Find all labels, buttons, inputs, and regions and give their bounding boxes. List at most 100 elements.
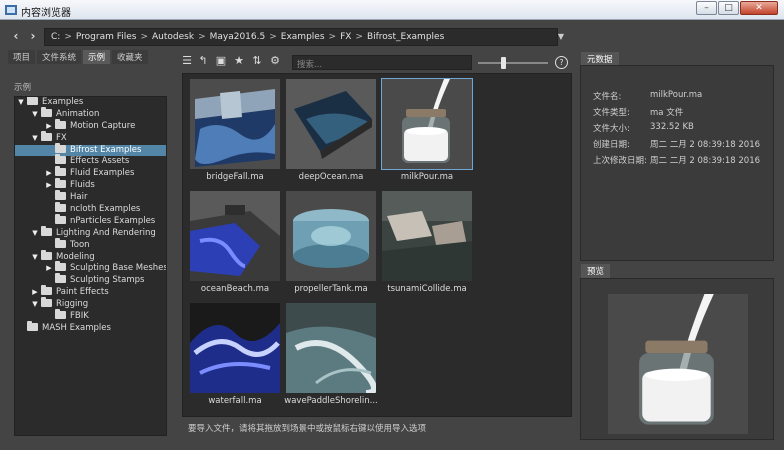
file-thumbnail[interactable] bbox=[286, 303, 376, 393]
expanded-arrow-icon[interactable]: ▼ bbox=[31, 299, 39, 311]
expanded-arrow-icon[interactable]: ▼ bbox=[31, 109, 39, 121]
tree-item[interactable]: ▶ Fluid Examples bbox=[15, 166, 166, 180]
location-tab[interactable]: 文件系统 bbox=[37, 50, 82, 64]
path-separator: > bbox=[140, 32, 149, 42]
folder-icon bbox=[55, 273, 66, 284]
search-input[interactable]: 搜索... bbox=[292, 55, 472, 70]
file-name: waterfall.ma bbox=[208, 396, 262, 406]
settings-gear-icon[interactable]: ⚙ bbox=[268, 52, 282, 70]
path-segment[interactable]: Program Files bbox=[76, 32, 137, 42]
file-thumbnail[interactable] bbox=[190, 191, 280, 281]
up-folder-icon[interactable]: ↰ bbox=[196, 52, 210, 70]
folder-tree[interactable]: ▼ Examples ▼ Animation ▶ Motion Capture ▼ FX Bif… bbox=[14, 96, 167, 436]
back-button[interactable]: ‹ bbox=[8, 28, 24, 44]
path-segment[interactable]: Examples bbox=[281, 32, 325, 42]
expanded-arrow-icon[interactable]: ▼ bbox=[31, 252, 39, 264]
tree-item[interactable]: Hair bbox=[15, 190, 166, 204]
file-tile[interactable]: waterfall.ma bbox=[187, 300, 283, 412]
folder-icon bbox=[55, 237, 66, 248]
file-tile[interactable]: tsunamiCollide.ma bbox=[379, 188, 475, 300]
tree-item[interactable]: Toon bbox=[15, 237, 166, 252]
collapsed-arrow-icon[interactable]: ▶ bbox=[45, 180, 53, 192]
slider-handle[interactable] bbox=[500, 57, 506, 69]
tree-item[interactable]: Sculpting Stamps bbox=[15, 273, 166, 287]
tree-item[interactable]: ▼ Examples bbox=[15, 97, 166, 109]
tree-item[interactable]: ▶ Fluids bbox=[15, 178, 166, 192]
collapsed-arrow-icon[interactable]: ▶ bbox=[45, 121, 53, 133]
metadata-row: 文件大小: 332.52 KB bbox=[593, 122, 694, 134]
tree-item[interactable]: FBIK bbox=[15, 309, 166, 323]
tree-item[interactable]: ▼ Rigging bbox=[15, 297, 166, 311]
file-name: oceanBeach.ma bbox=[200, 284, 270, 294]
path-segment[interactable]: Bifrost_Examples bbox=[367, 32, 444, 42]
preview-tab[interactable]: 预览 bbox=[581, 264, 611, 278]
tree-item[interactable]: ▼ Modeling bbox=[15, 249, 166, 264]
file-tile[interactable]: milkPour.ma bbox=[379, 76, 475, 188]
folder-icon bbox=[41, 297, 52, 308]
tree-item-label: Sculpting Stamps bbox=[70, 275, 145, 286]
collapsed-arrow-icon[interactable]: ▶ bbox=[45, 168, 53, 180]
location-tab[interactable]: 示例 bbox=[83, 50, 111, 64]
tree-item-label: Lighting And Rendering bbox=[56, 227, 156, 238]
tree-item[interactable]: nParticles Examples bbox=[15, 213, 166, 228]
collapsed-arrow-icon[interactable]: ▶ bbox=[45, 263, 53, 275]
thumbnail-image bbox=[286, 191, 376, 281]
file-thumbnail-grid: bridgeFall.ma deepOcean.ma milkPour.ma ocea… bbox=[182, 73, 572, 417]
location-tab[interactable]: 项目 bbox=[8, 50, 36, 64]
file-thumbnail[interactable] bbox=[190, 303, 280, 393]
close-button[interactable]: ✕ bbox=[740, 1, 778, 15]
folder-icon bbox=[41, 130, 52, 141]
metadata-tab[interactable]: 元数据 bbox=[581, 52, 619, 66]
favorite-star-icon[interactable]: ★ bbox=[232, 52, 246, 70]
tree-item[interactable]: Effects Assets bbox=[15, 154, 166, 168]
help-icon[interactable]: ? bbox=[555, 56, 568, 69]
thumbnail-size-slider[interactable] bbox=[478, 57, 548, 69]
file-tile[interactable]: bridgeFall.ma bbox=[187, 76, 283, 188]
file-thumbnail[interactable] bbox=[382, 191, 472, 281]
file-thumbnail[interactable] bbox=[190, 79, 280, 169]
folder-icon bbox=[41, 225, 52, 236]
metadata-value: milkPour.ma bbox=[650, 90, 703, 100]
collapsed-arrow-icon[interactable]: ▶ bbox=[31, 287, 39, 299]
new-folder-icon[interactable]: ▣ bbox=[214, 52, 228, 70]
tree-item-label: Bifrost Examples bbox=[70, 144, 142, 155]
sort-icon[interactable]: ⇅ bbox=[250, 52, 264, 70]
file-tile[interactable]: wavePaddleShorelin... bbox=[283, 300, 379, 412]
expanded-arrow-icon[interactable]: ▼ bbox=[31, 133, 39, 145]
tree-item[interactable]: ▼ Animation bbox=[15, 106, 166, 121]
tree-item[interactable]: MASH Examples bbox=[15, 320, 166, 335]
file-tile[interactable]: propellerTank.ma bbox=[283, 188, 379, 300]
tree-item[interactable]: ncloth Examples bbox=[15, 202, 166, 216]
tree-item[interactable]: ▶ Sculpting Base Meshes bbox=[15, 261, 166, 275]
list-view-icon[interactable]: ☰ bbox=[180, 52, 194, 70]
forward-button[interactable]: › bbox=[25, 28, 41, 44]
file-name: milkPour.ma bbox=[400, 172, 454, 182]
file-tile[interactable]: deepOcean.ma bbox=[283, 76, 379, 188]
path-segment[interactable]: Autodesk bbox=[152, 32, 194, 42]
path-segment[interactable]: C: bbox=[51, 32, 60, 42]
expanded-arrow-icon[interactable]: ▼ bbox=[17, 97, 25, 109]
path-segment[interactable]: Maya2016.5 bbox=[210, 32, 266, 42]
file-thumbnail[interactable] bbox=[286, 79, 376, 169]
path-dropdown-icon[interactable]: ▼ bbox=[554, 29, 568, 45]
path-breadcrumb[interactable]: C: > Program Files > Autodesk > Maya2016.5 > Exa… bbox=[44, 28, 558, 46]
maximize-button[interactable]: □ bbox=[718, 1, 739, 15]
tree-item-label: ncloth Examples bbox=[70, 204, 141, 215]
tree-item[interactable]: Bifrost Examples bbox=[15, 142, 166, 157]
file-tile[interactable]: oceanBeach.ma bbox=[187, 188, 283, 300]
path-segment[interactable]: FX bbox=[340, 32, 351, 42]
tree-item[interactable]: ▼ FX bbox=[15, 130, 166, 145]
tree-item[interactable]: ▶ Paint Effects bbox=[15, 285, 166, 299]
file-thumbnail[interactable] bbox=[381, 78, 473, 170]
path-separator: > bbox=[198, 32, 206, 42]
tree-item[interactable]: ▼ Lighting And Rendering bbox=[15, 225, 166, 240]
thumbnail-image bbox=[190, 79, 280, 169]
tree-item[interactable]: ▶ Motion Capture bbox=[15, 118, 166, 133]
folder-icon bbox=[55, 202, 66, 213]
minimize-button[interactable]: – bbox=[696, 1, 717, 15]
expanded-arrow-icon[interactable]: ▼ bbox=[31, 228, 39, 240]
folder-icon bbox=[41, 106, 52, 117]
location-tab[interactable]: 收藏夹 bbox=[112, 50, 148, 64]
folder-icon bbox=[27, 320, 38, 331]
file-thumbnail[interactable] bbox=[286, 191, 376, 281]
